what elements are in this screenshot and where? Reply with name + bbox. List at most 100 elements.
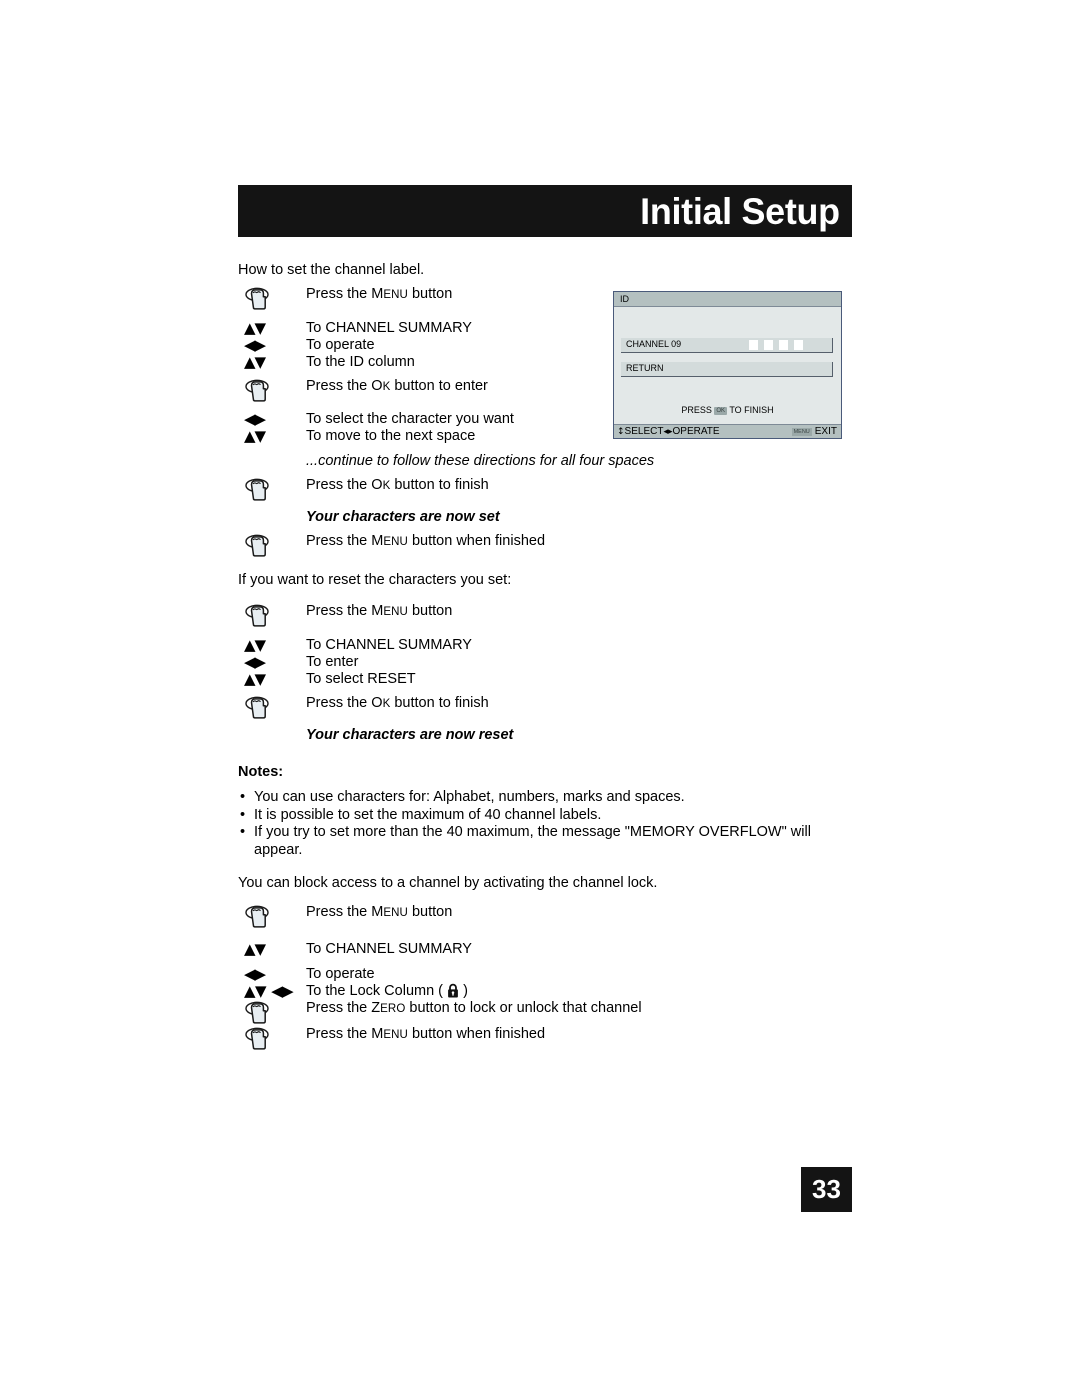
updown-arrows-icon: ▲▼ [238,320,306,337]
italic-continue-note: ...continue to follow these directions f… [306,453,655,469]
step-row: ▲▼ To CHANNEL SUMMARY [238,941,852,958]
updown-arrows-glyphs: ▲▼ [244,427,266,445]
hand-press-icon [238,603,306,629]
key-name-rest: ENU [383,1029,408,1041]
step-text: To CHANNEL SUMMARY [306,637,472,653]
key-name-initial: Z [371,1000,381,1016]
key-name-initial: M [371,603,384,619]
key-name-initial: O [371,695,383,711]
updown-arrows-glyphs: ▲▼ [244,353,266,371]
step-text-post: button [407,904,453,920]
list-item-text: It is possible to set the maximum of 40 … [254,806,602,823]
instruction-content: How to set the channel label. Press the … [238,262,852,1052]
step-text-post: button [407,603,453,619]
step-row: Press the OK button to finish [238,695,852,721]
hand-press-icon [238,1026,306,1052]
step-text: To operate [306,337,375,353]
step-text-pre: To the Lock Column ( [306,983,448,999]
key-name-rest: ENU [383,289,408,301]
bullet-icon: • [240,789,246,805]
step-row: ▲▼ To CHANNEL SUMMARY [238,637,852,654]
step-row: Press the ZERO button to lock or unlock … [238,1000,852,1026]
notes-list: • You can use characters for: Alphabet, … [238,789,852,859]
step-text-pre: Press the [306,286,372,302]
list-item: • You can use characters for: Alphabet, … [238,789,852,807]
step-text: Press the MENU button [306,286,852,304]
step-text: Press the OK button to enter [306,378,852,396]
notes-heading: Notes: [238,764,284,780]
step-text-pre: Press the [306,378,372,394]
key-name-initial: M [371,904,384,920]
step-text-post: button to enter [390,378,488,394]
step-text-pre: Press the [306,695,372,711]
step-text: To move to the next space [306,428,476,444]
step-row: Press the OK button to finish [238,477,852,503]
hand-press-icon [238,1000,306,1026]
step-row: Press the OK button to enter [238,378,852,404]
updown-arrows-icon: ▲▼ [238,941,306,958]
hand-press-icon [238,477,306,503]
step-text: To the Lock Column ( ) [306,983,852,1000]
updown-arrows-glyphs: ▲▼ [244,670,266,688]
note-row: Your characters are now reset [238,727,852,744]
step-row: Press the MENU button [238,286,852,312]
step-row: ▲▼ ◀▶ To the Lock Column ( ) [238,983,852,1000]
step-row: ▲▼ To the ID column [238,354,852,371]
hand-press-icon [238,695,306,721]
reset-intro-paragraph: If you want to reset the characters you … [238,572,512,588]
step-text: To enter [306,654,359,670]
page-header-banner: Initial Setup [238,185,852,237]
step-text-pre: Press the [306,904,372,920]
key-name-rest: ENU [383,536,408,548]
step-row: Press the MENU button [238,603,852,629]
step-text: To operate [306,966,375,982]
list-item-text: If you try to set more than the 40 maxim… [254,824,811,858]
leftright-arrows-icon: ◀▶ [238,411,306,428]
step-text-pre: Press the [306,533,372,549]
page-number-badge: 33 [801,1167,852,1212]
step-text-pre: Press the [306,1026,372,1042]
note-row: Your characters are now set [238,509,852,526]
key-name-rest: ENU [383,907,408,919]
updown-arrows-glyphs: ▲▼ [244,940,266,958]
page-title: Initial Setup [640,190,840,232]
leftright-arrows-icon: ◀▶ [238,654,306,671]
note-row: ...continue to follow these directions f… [238,453,852,470]
italic-characters-set-note: Your characters are now set [306,509,500,525]
key-name-initial: M [371,1026,384,1042]
key-name-initial: O [371,477,383,493]
leftright-arrows-icon: ◀▶ [238,966,306,983]
lock-icon [448,983,458,998]
updown-arrows-icon: ▲▼ [238,637,306,654]
step-text-post: button when finished [407,533,546,549]
updown-arrows-icon: ▲▼ [238,671,306,688]
step-text-post: button to finish [390,695,489,711]
key-name-initial: M [371,533,384,549]
key-name-initial: O [371,378,383,394]
step-text-pre: Press the [306,477,372,493]
leftright-arrows-icon: ◀▶ [238,337,306,354]
list-item: • If you try to set more than the 40 max… [238,824,852,859]
bullet-icon: • [240,824,246,840]
step-text-pre: Press the [306,603,372,619]
step-row: Press the MENU button when finished [238,533,852,559]
list-item-text: You can use characters for: Alphabet, nu… [254,789,685,805]
step-text: Press the MENU button [306,904,852,922]
key-name-initial: M [371,286,384,302]
step-text: Press the MENU button when finished [306,1026,852,1044]
manual-page: Initial Setup ID CHANNEL 09 RETURN PRESS… [0,0,1080,1397]
hand-press-icon [238,904,306,930]
step-text: To CHANNEL SUMMARY [306,941,472,957]
step-text: Press the MENU button [306,603,852,621]
step-row: ◀▶ To select the character you want [238,411,852,428]
step-text-post: ) [459,983,468,999]
list-item: • It is possible to set the maximum of 4… [238,807,852,825]
updown-leftright-arrows-glyphs: ▲▼ ◀▶ [244,982,294,1000]
leftright-arrows-glyphs: ◀▶ [244,410,266,428]
step-text: To select the character you want [306,411,514,427]
step-text-post: button to lock or unlock that channel [405,1000,642,1016]
hand-press-icon [238,533,306,559]
step-row: ◀▶ To operate [238,966,852,983]
step-text: Press the OK button to finish [306,695,852,713]
step-text: To CHANNEL SUMMARY [306,320,472,336]
